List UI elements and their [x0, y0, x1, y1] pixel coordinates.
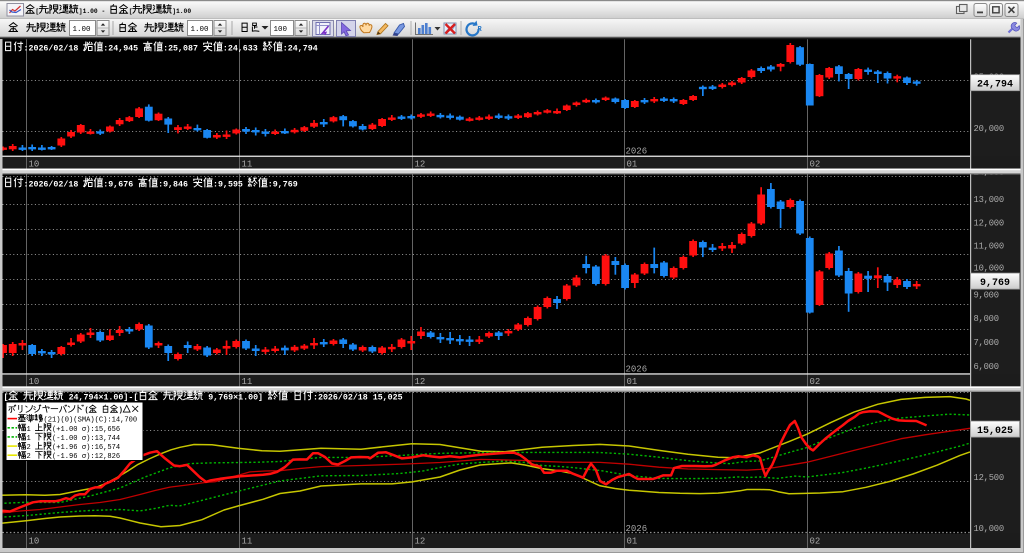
svg-text:2026: 2026 [626, 146, 648, 156]
svg-text:1: 1 [27, 435, 36, 443]
svg-text::24,633: :24,633 [223, 45, 263, 54]
svg-text:24,794: 24,794 [977, 80, 1013, 91]
svg-text:24,794×1.00]-[: 24,794×1.00]-[ [64, 393, 139, 403]
svg-text::24,794: :24,794 [283, 45, 318, 54]
svg-text:[: [ [35, 8, 39, 15]
svg-text:2026: 2026 [626, 524, 648, 534]
svg-text::9,676: :9,676 [103, 181, 138, 190]
svg-text:(21)(0)(SMA)(C):14,700: (21)(0)(SMA)(C):14,700 [44, 417, 138, 425]
svg-text:(-1.00 σ):13,744: (-1.00 σ):13,744 [52, 435, 120, 443]
svg-text:]1.00: ]1.00 [172, 8, 191, 15]
svg-text:(+1.00 σ):15,656: (+1.00 σ):15,656 [52, 426, 120, 434]
svg-text::9,769: :9,769 [268, 181, 298, 190]
svg-text:9,000: 9,000 [974, 290, 1000, 300]
svg-text:13,000: 13,000 [974, 195, 1005, 205]
svg-text:8,000: 8,000 [974, 314, 1000, 324]
svg-text:2: 2 [27, 453, 36, 461]
svg-text::2026/02/18 15,025: :2026/02/18 15,025 [313, 393, 403, 403]
svg-text:2026: 2026 [626, 364, 648, 374]
svg-text:1: 1 [27, 426, 36, 434]
svg-text:11: 11 [242, 159, 253, 169]
svg-text:10: 10 [29, 159, 40, 169]
svg-text:10: 10 [29, 377, 40, 387]
svg-text:100: 100 [274, 26, 288, 34]
svg-text:1.00: 1.00 [191, 26, 210, 34]
svg-text:10: 10 [29, 536, 40, 546]
svg-text:(+1.96 σ):16,574: (+1.96 σ):16,574 [52, 444, 120, 452]
svg-text:02: 02 [810, 377, 821, 387]
svg-text:): ) [119, 407, 123, 415]
svg-text:01: 01 [627, 159, 638, 169]
svg-text::24,945: :24,945 [103, 45, 143, 54]
svg-text:11: 11 [242, 536, 253, 546]
svg-text:11,000: 11,000 [974, 241, 1005, 251]
svg-text:2: 2 [27, 444, 36, 452]
svg-text:20,000: 20,000 [974, 124, 1005, 134]
svg-text:10,000: 10,000 [974, 264, 1005, 274]
svg-text::2026/02/18: :2026/02/18 [24, 44, 84, 54]
svg-text:9,769×1.00]: 9,769×1.00] [203, 393, 268, 403]
svg-text:02: 02 [810, 536, 821, 546]
svg-text::25,087: :25,087 [163, 45, 203, 54]
svg-text:9,769: 9,769 [980, 278, 1010, 289]
svg-text:15,025: 15,025 [977, 426, 1013, 437]
svg-text:12: 12 [415, 159, 426, 169]
svg-text:(-1.96 σ):12,826: (-1.96 σ):12,826 [52, 453, 120, 461]
svg-text:12,500: 12,500 [974, 473, 1005, 483]
svg-text:01: 01 [627, 377, 638, 387]
svg-text:[: [ [129, 8, 133, 15]
svg-text:12: 12 [415, 536, 426, 546]
svg-text:1.00: 1.00 [73, 26, 92, 34]
svg-text:(: ( [85, 407, 89, 415]
svg-text::9,595: :9,595 [213, 181, 248, 190]
svg-text:10,000: 10,000 [974, 524, 1005, 534]
svg-text:[: [ [4, 393, 9, 403]
svg-text:01: 01 [627, 536, 638, 546]
svg-text:]1.00 -: ]1.00 - [79, 8, 109, 15]
svg-text:02: 02 [810, 159, 821, 169]
svg-text::2026/02/18: :2026/02/18 [24, 180, 84, 190]
svg-text:12: 12 [415, 377, 426, 387]
svg-text:6,000: 6,000 [974, 362, 1000, 372]
svg-text:11: 11 [242, 377, 253, 387]
svg-text::9,846: :9,846 [158, 181, 193, 190]
svg-text:7,000: 7,000 [974, 338, 1000, 348]
svg-text:12,000: 12,000 [974, 219, 1005, 229]
